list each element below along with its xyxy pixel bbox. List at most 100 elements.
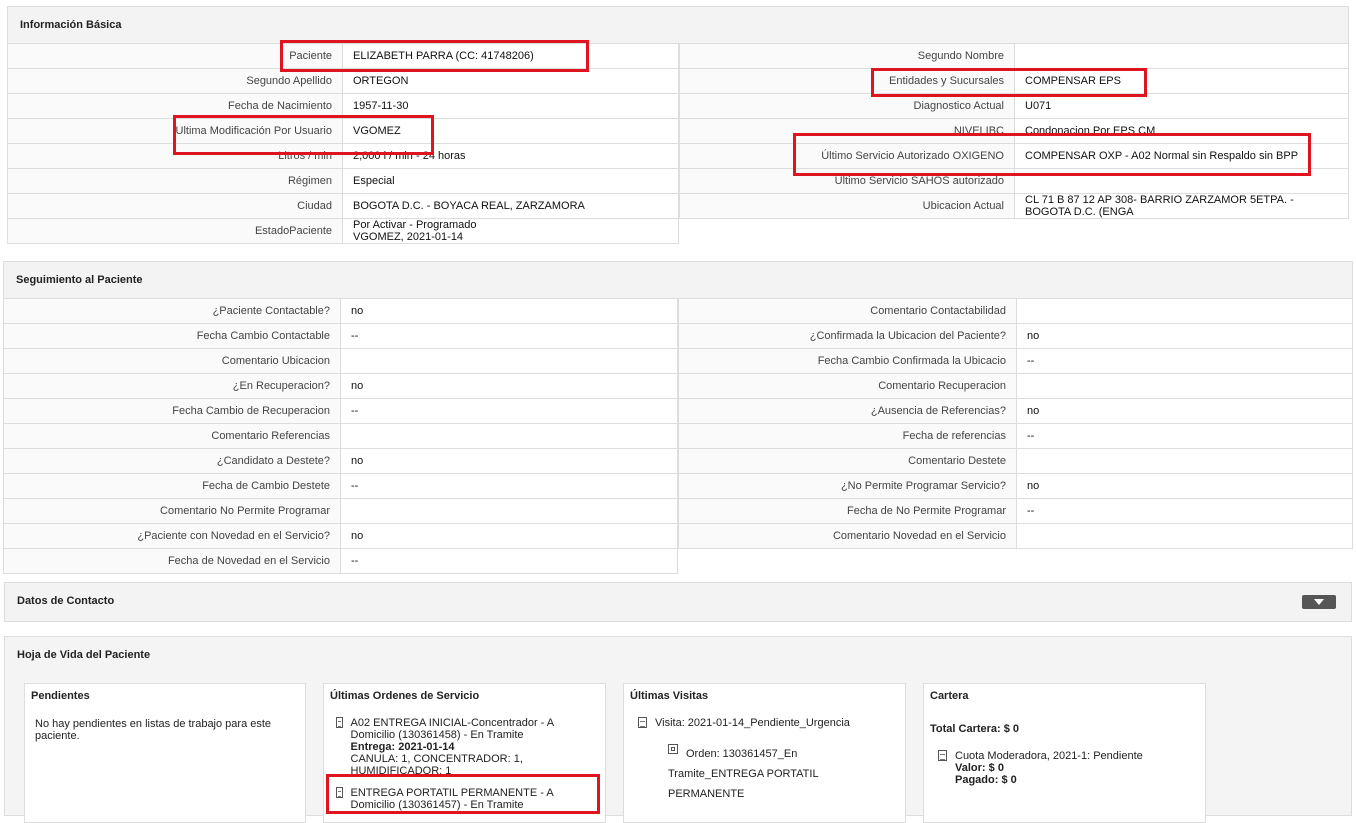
visits-column: Últimas Visitas Visita: 2021-01-14_Pendi… [623,683,906,823]
field-label: Fecha de No Permite Programar [678,498,1017,524]
table-row: Diagnostico Actual U071 [679,93,1349,119]
field-label: ¿En Recuperacion? [3,373,341,399]
contact-title: Datos de Contacto [17,595,115,607]
field-label: Diagnostico Actual [679,93,1015,119]
field-value: ORTEGON [342,68,679,94]
table-row: Segundo Apellido ORTEGON [7,68,679,94]
order-title: A02 ENTREGA INICIAL-Concentrador - A Dom… [350,717,554,741]
table-row: Fecha Cambio de Recuperacion -- [3,398,678,424]
field-label: ¿Paciente Contactable? [3,298,341,324]
field-label: ¿No Permite Programar Servicio? [678,473,1017,499]
order-delivery: Entrega: 2021-01-14 [351,741,596,753]
table-row: Ciudad BOGOTA D.C. - BOYACA REAL, ZARZAMO… [7,193,679,219]
field-label: Fecha Cambio Contactable [3,323,341,349]
field-label: Fecha Cambio de Recuperacion [3,398,341,424]
table-row: ¿Paciente Contactable? no [3,298,678,324]
field-label: Comentario Novedad en el Servicio [678,523,1017,549]
field-label: Fecha de Nacimiento [7,93,343,119]
table-row: ¿Candidato a Destete? no [3,448,678,474]
field-label: Comentario Ubicacion [3,348,341,374]
contact-panel[interactable] [4,582,1352,622]
order-box-icon [668,744,678,754]
table-row: ¿Confirmada la Ubicacion del Paciente? no [678,323,1353,349]
table-row: Fecha de Novedad en el Servicio -- [3,548,678,574]
history-title: Hoja de Vida del Paciente [17,649,151,661]
field-label: Régimen [7,168,343,194]
expand-toggle-icon[interactable] [1302,595,1336,609]
field-value: 1957-11-30 [342,93,679,119]
table-row: Ultima Modificación Por Usuario VGOMEZ [7,118,679,144]
table-row: Fecha de No Permite Programar -- [678,498,1353,524]
field-label: Entidades y Sucursales [679,68,1015,94]
field-label: EstadoPaciente [7,218,343,244]
field-label: Comentario Referencias [3,423,341,449]
table-row: Entidades y Sucursales COMPENSAR EPS [679,68,1349,94]
order-item[interactable]: A02 ENTREGA INICIAL-Concentrador - A Dom… [336,717,596,777]
table-row: Comentario Novedad en el Servicio [678,523,1353,549]
table-row: Comentario Referencias [3,423,678,449]
portfolio-item-text: Cuota Moderadora, 2021-1: Pendiente [955,750,1143,762]
basic-info-title: Información Básica [20,19,122,31]
order-item[interactable]: ENTREGA PORTATIL PERMANENTE - A Domicili… [336,787,596,811]
field-value [1014,168,1349,194]
table-row: Comentario Contactabilidad [678,298,1353,324]
visit-order-item[interactable]: Orden: 130361457_En Tramite_ENTREGA PORT… [668,744,819,804]
tracking-panel [3,261,1353,299]
pending-text: No hay pendientes en listas de trabajo p… [35,718,272,742]
field-label: Paciente [7,43,343,69]
field-value: VGOMEZ [342,118,679,144]
field-value: COMPENSAR EPS [1014,68,1349,94]
portfolio-details: Cuota Moderadora, 2021-1: Pendiente Valo… [955,750,1143,786]
table-row: Comentario Recuperacion [678,373,1353,399]
field-value [1014,43,1349,69]
valor-label: Valor: [955,762,986,774]
portfolio-valor: Valor: $ 0 [955,762,1143,774]
visit-item[interactable]: Visita: 2021-01-14_Pendiente_Urgencia [638,717,850,729]
delivery-label: Entrega: [350,741,396,753]
basic-info-left-table: Paciente ELIZABETH PARRA (CC: 41748206) S… [7,43,679,244]
field-value [340,348,678,374]
field-label: NIVELIBC [679,118,1015,144]
field-label: Ciudad [7,193,343,219]
field-label: Ubicacion Actual [679,193,1015,219]
table-row: ¿Ausencia de Referencias? no [678,398,1353,424]
field-value: no [1016,473,1353,499]
basic-info-panel [7,6,1349,44]
field-value: -- [340,548,678,574]
portfolio-item[interactable]: Cuota Moderadora, 2021-1: Pendiente Valo… [938,750,1143,786]
field-value [1016,298,1353,324]
field-label: Fecha de Cambio Destete [3,473,341,499]
field-value: COMPENSAR OXP - A02 Normal sin Respaldo … [1014,143,1349,169]
visit-text: Visita: 2021-01-14_Pendiente_Urgencia [655,717,850,729]
table-row: Segundo Nombre [679,43,1349,69]
field-value: no [340,298,678,324]
table-row: Fecha de Nacimiento 1957-11-30 [7,93,679,119]
basic-info-right-table: Segundo Nombre Entidades y Sucursales COM… [679,43,1349,219]
field-label: Comentario Contactabilidad [678,298,1017,324]
field-value: -- [340,398,678,424]
document-icon [336,787,343,798]
table-row: ¿Paciente con Novedad en el Servicio? no [3,523,678,549]
tracking-right-table: Comentario Contactabilidad ¿Confirmada l… [678,298,1353,549]
field-label: ¿Confirmada la Ubicacion del Paciente? [678,323,1017,349]
order-details: A02 ENTREGA INICIAL-Concentrador - A Dom… [351,717,596,777]
table-row: Fecha Cambio Contactable -- [3,323,678,349]
pagado-label: Pagado: [955,774,999,786]
field-label: Segundo Apellido [7,68,343,94]
field-value [1016,373,1353,399]
field-label: Comentario No Permite Programar [3,498,341,524]
table-row: Fecha Cambio Confirmada la Ubicacio -- [678,348,1353,374]
field-value: no [340,523,678,549]
table-row: Ubicacion Actual CL 71 B 87 12 AP 308- BA… [679,193,1349,219]
table-row: NIVELIBC Condonacion Por EPS CM [679,118,1349,144]
table-row: Ultimo Servicio SAHOS autorizado [679,168,1349,194]
tracking-left-table: ¿Paciente Contactable? no Fecha Cambio Co… [3,298,678,574]
field-label: Segundo Nombre [679,43,1015,69]
field-label: ¿Paciente con Novedad en el Servicio? [3,523,341,549]
table-row: Litros / min 2,000 l / min - 24 horas [7,143,679,169]
visit-order-text: Orden: 130361457_En Tramite_ENTREGA PORT… [668,744,819,804]
order-title: ENTREGA PORTATIL PERMANENTE - A Domicili… [350,787,554,811]
field-value [340,423,678,449]
table-row: Fecha de Cambio Destete -- [3,473,678,499]
field-value [1016,523,1353,549]
